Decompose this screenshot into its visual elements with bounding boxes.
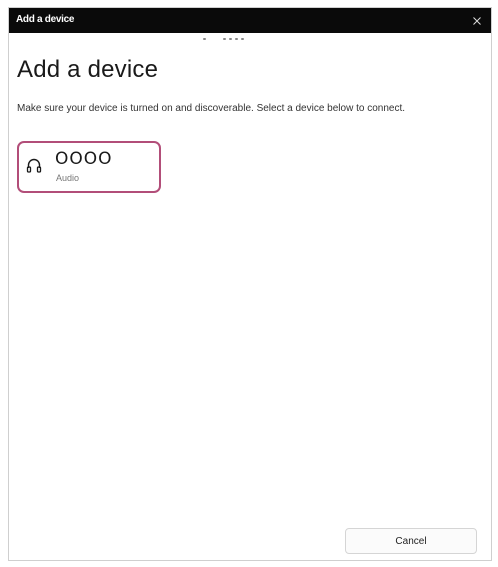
device-list-item[interactable]: OOOO Audio (17, 141, 161, 193)
title-bar[interactable]: Add a device (9, 8, 491, 33)
instructions-text: Make sure your device is turned on and d… (17, 103, 405, 114)
headphones-icon (26, 157, 42, 175)
device-name: OOOO (55, 149, 113, 169)
add-device-dialog: Add a device Add a device Make sure your… (8, 7, 492, 561)
device-type-label: Audio (56, 173, 80, 183)
close-icon (473, 16, 481, 25)
loading-dots (203, 38, 263, 42)
window-title: Add a device (16, 14, 75, 25)
cancel-button[interactable]: Cancel (345, 528, 477, 554)
page-title: Add a device (17, 56, 159, 83)
close-button[interactable] (463, 8, 491, 33)
